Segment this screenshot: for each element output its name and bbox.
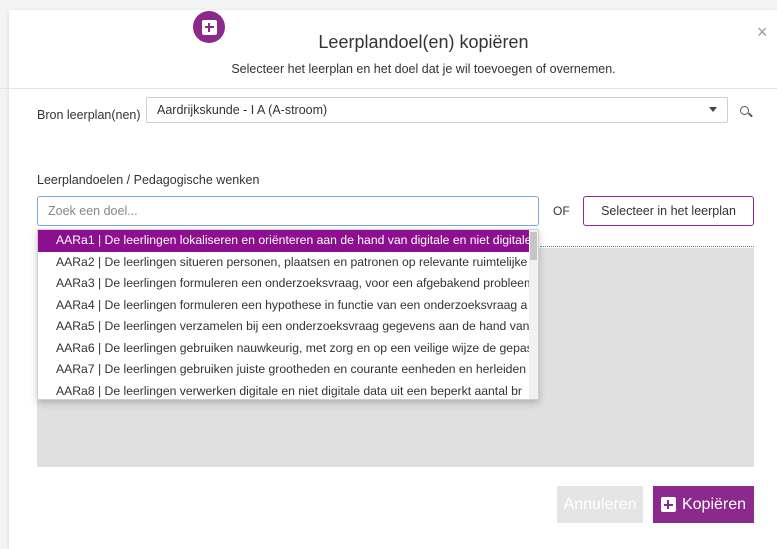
bron-select[interactable]: Aardrijkskunde - I A (A-stroom) xyxy=(146,97,728,123)
goal-search-input[interactable] xyxy=(37,196,539,226)
header-divider xyxy=(0,88,777,89)
goal-dropdown: AARa1 | De leerlingen lokaliseren en ori… xyxy=(37,229,539,400)
dropdown-option[interactable]: AARa5 | De leerlingen verzamelen bij een… xyxy=(38,316,529,338)
scrollbar-thumb[interactable] xyxy=(530,232,537,260)
dropdown-option[interactable]: AARa1 | De leerlingen lokaliseren en ori… xyxy=(38,230,529,252)
copy-button-label: Kopiëren xyxy=(681,495,747,513)
bron-label: Bron leerplan(nen) xyxy=(37,108,141,122)
search-icon xyxy=(739,105,749,115)
bron-selected-value: Aardrijkskunde - I A (A-stroom) xyxy=(157,103,328,117)
plus-icon xyxy=(660,497,676,512)
close-icon[interactable]: × xyxy=(757,23,768,41)
modal-subtitle: Selecteer het leerplan en het doel dat j… xyxy=(231,62,616,76)
or-label: OF xyxy=(553,204,570,218)
goals-label: Leerplandoelen / Pedagogische wenken xyxy=(37,173,260,187)
dropdown-scrollbar[interactable] xyxy=(529,230,538,399)
modal-title: Leerplandoel(en) kopiëren xyxy=(318,32,529,52)
cancel-button[interactable]: Annuleren xyxy=(557,486,643,523)
search-button[interactable] xyxy=(730,97,758,123)
chevron-down-icon xyxy=(709,107,717,112)
dropdown-option[interactable]: AARa3 | De leerlingen formuleren een ond… xyxy=(38,273,529,295)
dropdown-option[interactable]: AARa4 | De leerlingen formuleren een hyp… xyxy=(38,295,529,317)
dotted-divider xyxy=(540,246,754,247)
dropdown-option[interactable]: AARa6 | De leerlingen gebruiken nauwkeur… xyxy=(38,338,529,360)
dropdown-option[interactable]: AARa2 | De leerlingen situeren personen,… xyxy=(38,252,529,274)
dropdown-option[interactable]: AARa8 | De leerlingen verwerken digitale… xyxy=(38,381,529,400)
copy-button[interactable]: Kopiëren xyxy=(653,486,754,523)
select-in-plan-button[interactable]: Selecteer in het leerplan xyxy=(583,196,754,226)
dropdown-option[interactable]: AARa7 | De leerlingen gebruiken juiste g… xyxy=(38,359,529,381)
